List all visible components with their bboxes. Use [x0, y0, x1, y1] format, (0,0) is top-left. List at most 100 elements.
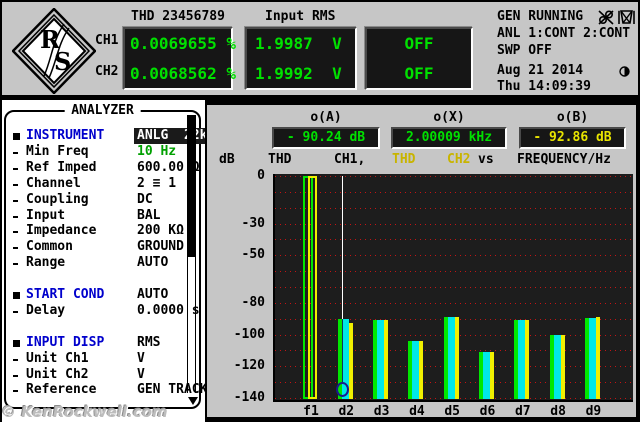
square-bullet-icon: [13, 133, 20, 140]
scroll-down-arrow-icon[interactable]: [188, 397, 198, 405]
menu-item-start-cond[interactable]: START COND AUTO: [6, 287, 199, 303]
analyzer-settings-panel: ANALYZER INSTRUMENT ANLG 22kHz Min Freq 10 …: [4, 103, 227, 409]
gridline: [275, 239, 633, 241]
menu-item-impedance[interactable]: Impedance 200 KΩ: [6, 223, 199, 239]
bar-d4-ch1-fill: [412, 340, 420, 399]
x-tick-label-d4: d4: [409, 404, 425, 419]
chart-title-vs: vs: [478, 152, 494, 167]
menu-item-reference[interactable]: Reference GEN TRACK: [6, 382, 207, 398]
gridline: [275, 207, 633, 209]
dash-bullet-icon: [13, 215, 18, 218]
menu-item-instrument[interactable]: INSTRUMENT ANLG 22kHz: [6, 128, 227, 144]
menu-item-value: GROUND: [137, 239, 184, 255]
chart-title-ch2: CH2: [447, 152, 471, 167]
menu-item-value: RMS: [137, 334, 161, 350]
bar-f1-ch2: [308, 176, 317, 399]
x-tick-label-f1: f1: [303, 404, 319, 419]
menu-item-unit-ch1[interactable]: Unit Ch1 V: [6, 351, 199, 367]
dash-bullet-icon: [13, 151, 18, 154]
clock-icon: [619, 66, 630, 77]
menu-item-label: Common: [26, 239, 73, 255]
cursor-a-label: o(A): [310, 110, 342, 125]
menu-item-input-disp[interactable]: INPUT DISP RMS: [6, 335, 199, 351]
menu-item-delay[interactable]: Delay 0.0000 s: [6, 302, 200, 319]
thd-display-title: THD 23456789: [131, 9, 225, 24]
aux-ch1-value: OFF: [404, 34, 434, 53]
x-tick-label-d8: d8: [550, 404, 566, 419]
ch1-label: CH1: [95, 33, 119, 48]
bar-d5-ch1-fill: [447, 317, 455, 399]
dash-bullet-icon: [13, 374, 18, 377]
menu-item-ref-imped[interactable]: Ref Imped 600.00 Ω: [6, 160, 200, 176]
menu-item-label: Coupling: [26, 191, 89, 207]
menu-item-range[interactable]: Range AUTO: [6, 255, 199, 271]
bar-d4-ch2: [419, 340, 424, 399]
bar-d8-ch2: [560, 334, 565, 399]
analyzer-panel-title: ANALYZER: [64, 103, 141, 118]
aux-ch2-value: OFF: [404, 64, 434, 83]
input-rms-display: 1.9987 V 1.9992 V: [245, 27, 357, 90]
thd-ch1-value: 0.0069655 %: [130, 34, 236, 53]
gridline: [275, 176, 633, 177]
menu-item-label: START COND: [26, 287, 105, 302]
menu-item-label: Reference: [26, 382, 97, 398]
menu-item-value: V: [137, 366, 145, 382]
bar-d8-ch1-fill: [553, 334, 561, 399]
menu-item-input[interactable]: Input BAL: [6, 208, 199, 224]
sweep-status: SWP OFF: [497, 43, 552, 58]
menu-item-value: BAL: [137, 207, 161, 223]
menu-item-label: Range: [26, 255, 66, 271]
menu-item-label: Delay: [26, 302, 66, 318]
menu-item-coupling[interactable]: Coupling DC: [6, 192, 199, 208]
menu-item-value: 2 ≡ 1: [137, 175, 177, 191]
generator-status: GEN RUNNING: [497, 9, 584, 24]
bar-d7-ch1-fill: [518, 320, 526, 399]
dash-bullet-icon: [13, 167, 18, 170]
x-tick-label-d6: d6: [479, 404, 496, 419]
scrollbar-thumb[interactable]: [188, 115, 195, 257]
gridline: [275, 302, 633, 304]
menu-item-label: INPUT DISP: [26, 334, 105, 350]
gridline: [275, 255, 633, 257]
x-axis-unit: FREQUENCY/Hz: [517, 152, 611, 167]
scrollbar[interactable]: [187, 115, 196, 393]
gridline: [275, 223, 633, 225]
bar-d7-ch2: [525, 320, 530, 399]
x-tick-label-d7: d7: [514, 404, 531, 419]
y-tick-label: -30: [241, 215, 265, 231]
menu-item-value: AUTO: [137, 287, 169, 302]
measurement-chart-panel: o(A) - 90.24 dB o(X) 2.00009 kHz o(B) - …: [205, 103, 638, 419]
y-tick-label: -80: [241, 294, 265, 310]
y-tick-label: -140: [233, 390, 265, 405]
ch2-label: CH2: [95, 64, 119, 79]
bar-d5-ch2: [454, 317, 459, 399]
menu-item-label: INSTRUMENT: [26, 128, 105, 143]
cursor-b-label: o(B): [556, 110, 589, 125]
bar-d6-ch1-fill: [483, 352, 490, 399]
menu-item-label: Unit Ch1: [26, 350, 89, 366]
y-tick-label: 0: [257, 168, 265, 183]
menu-item-common[interactable]: Common GROUND: [6, 239, 199, 255]
menu-item-unit-ch2[interactable]: Unit Ch2 V: [6, 367, 199, 383]
menu-item-channel[interactable]: Channel 2 ≡ 1: [6, 176, 199, 192]
dash-bullet-icon: [13, 310, 18, 313]
menu-item-value: V: [137, 350, 145, 366]
bar-d3-ch2: [384, 319, 389, 399]
x-tick-label-d5: d5: [444, 404, 461, 419]
input-rms-title: Input RMS: [265, 9, 336, 24]
dash-bullet-icon: [13, 263, 18, 266]
cursor-a-value: - 90.24 dB: [272, 127, 380, 149]
bar-d9-ch1-fill: [588, 317, 596, 399]
menu-item-min-freq[interactable]: Min Freq 10 Hz: [6, 144, 199, 160]
y-tick-label: -50: [241, 247, 265, 263]
header-bar: R S THD 23456789 CH1 CH2 0.0069655 % 0.0…: [2, 2, 638, 95]
rms-ch2-value: 1.9992 V: [255, 64, 342, 83]
menu-item-value: DC: [137, 191, 153, 207]
cursor-line[interactable]: [342, 176, 344, 320]
time-display: Thu 14:09:39: [497, 79, 591, 94]
y-tick-label: -100: [233, 326, 265, 342]
dash-bullet-icon: [13, 199, 18, 202]
square-bullet-icon: [13, 292, 20, 299]
bar-d6-ch2: [490, 352, 494, 399]
cursor-x-label: o(X): [433, 110, 465, 125]
